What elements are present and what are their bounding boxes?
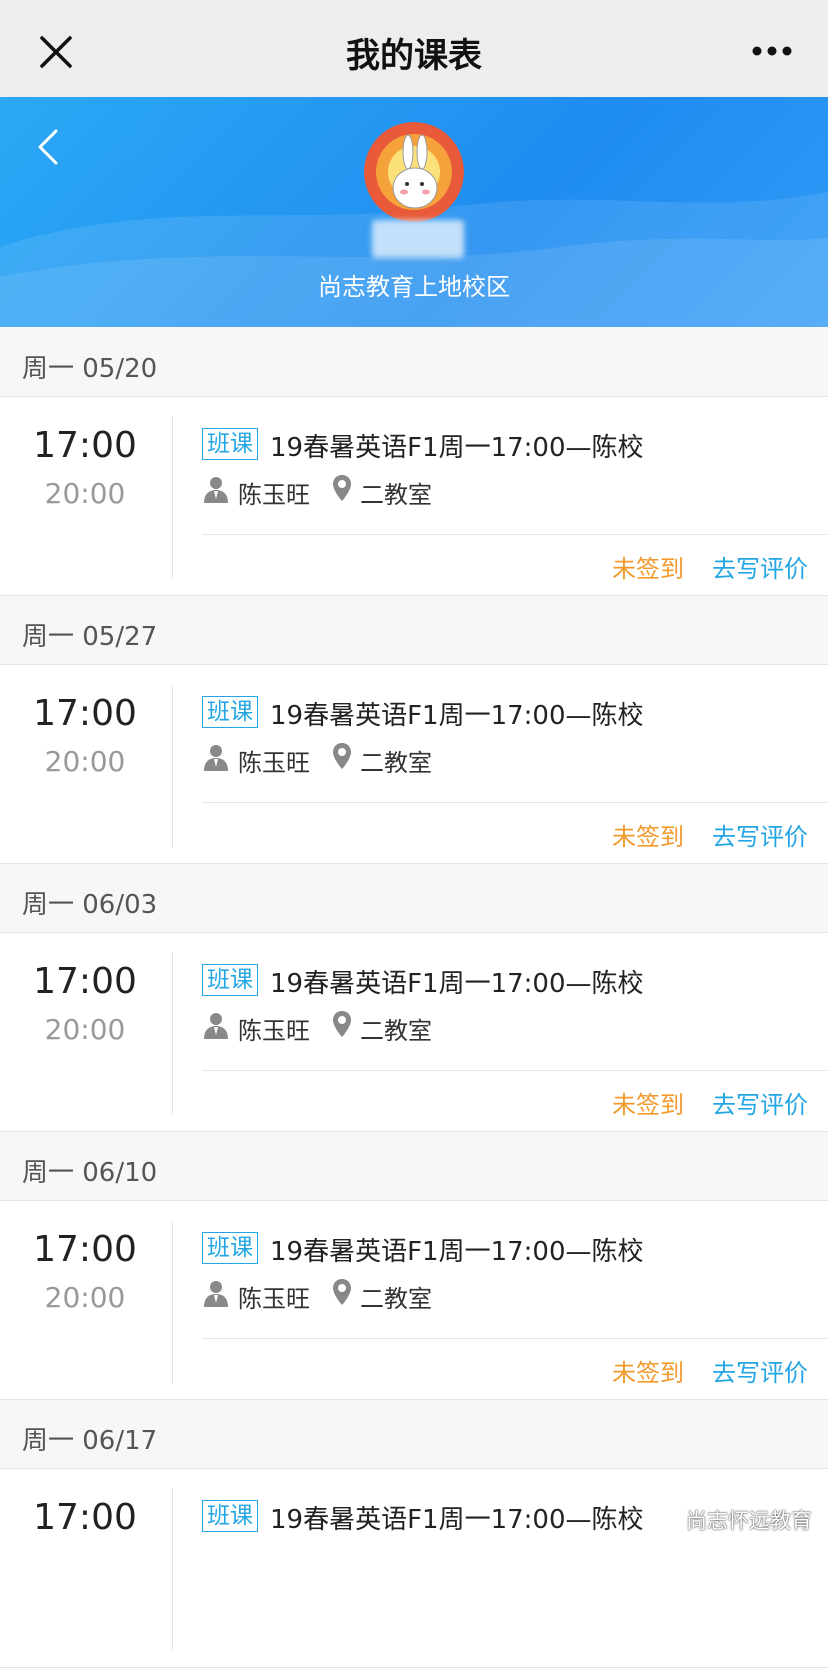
divider: [172, 953, 173, 1115]
watermark: 尚志怀远教育: [648, 1505, 812, 1535]
lesson-card[interactable]: 17:00 20:00 班课 19春暑英语F1周一17:00—陈校陈玉旺 二教室未签到去…: [0, 397, 828, 596]
end-time: 20:00: [44, 477, 126, 510]
lesson-card[interactable]: 17:00 20:00 班课 19春暑英语F1周一17:00—陈校陈玉旺 二教室未签到去…: [0, 665, 828, 864]
more-icon[interactable]: [752, 44, 792, 58]
write-review-link[interactable]: 去写评价: [712, 1353, 808, 1388]
write-review-link[interactable]: 去写评价: [712, 817, 808, 852]
divider: [172, 1221, 173, 1383]
campus-header: 尚志教育上地校区: [0, 97, 828, 327]
sign-in-status: 未签到: [612, 823, 684, 851]
end-time: 20:00: [44, 1013, 126, 1046]
day-header: 周一 05/20: [0, 328, 828, 397]
course-name: 19春暑英语F1周一17:00—陈校: [270, 433, 644, 463]
wechat-icon: [649, 1509, 677, 1531]
location-pin-icon: [332, 474, 352, 502]
day-label: 周一 05/27: [22, 622, 158, 652]
course-name: 19春暑英语F1周一17:00—陈校: [270, 1237, 644, 1267]
end-time: 20:00: [44, 745, 126, 778]
divider: [202, 1338, 828, 1339]
course-type-badge: 班课: [202, 964, 258, 996]
person-icon: [202, 1279, 230, 1307]
start-time: 17:00: [33, 961, 137, 1002]
lesson-card[interactable]: 17:00 20:00 班课 19春暑英语F1周一17:00—陈校陈玉旺 二教室未签到去…: [0, 1201, 828, 1400]
lesson-card[interactable]: 17:00 班课 19春暑英语F1周一17:00—陈校: [0, 1469, 828, 1668]
teacher-name: 陈玉旺: [238, 749, 310, 777]
day-header: 周一 06/03: [0, 864, 828, 933]
course-name: 19春暑英语F1周一17:00—陈校: [270, 969, 644, 999]
teacher-name: 陈玉旺: [238, 481, 310, 509]
watermark-text: 尚志怀远教育: [686, 1509, 812, 1533]
chevron-left-icon[interactable]: [34, 127, 64, 167]
start-time: 17:00: [33, 1229, 137, 1270]
day-header: 周一 05/27: [0, 596, 828, 665]
day-label: 周一 06/17: [22, 1426, 158, 1456]
divider: [172, 685, 173, 847]
divider: [172, 1489, 173, 1651]
course-name: 19春暑英语F1周一17:00—陈校: [270, 1505, 644, 1535]
person-icon: [202, 475, 230, 503]
start-time: 17:00: [33, 1497, 137, 1538]
sign-in-status: 未签到: [612, 1091, 684, 1119]
course-type-badge: 班课: [202, 1232, 258, 1264]
teacher-name: 陈玉旺: [238, 1285, 310, 1313]
classroom: 二教室: [360, 481, 432, 509]
classroom: 二教室: [360, 749, 432, 777]
classroom: 二教室: [360, 1285, 432, 1313]
person-icon: [202, 1011, 230, 1039]
location-pin-icon: [332, 1010, 352, 1038]
day-header: 周一 06/10: [0, 1132, 828, 1201]
rabbit-avatar[interactable]: [364, 122, 464, 222]
course-name: 19春暑英语F1周一17:00—陈校: [270, 701, 644, 731]
write-review-link[interactable]: 去写评价: [712, 1085, 808, 1120]
divider: [202, 1070, 828, 1071]
day-header: 周一 06/17: [0, 1400, 828, 1469]
day-label: 周一 06/03: [22, 890, 158, 920]
teacher-name: 陈玉旺: [238, 1017, 310, 1045]
course-type-badge: 班课: [202, 428, 258, 460]
page-title: 我的课表: [346, 36, 482, 76]
day-label: 周一 05/20: [22, 354, 158, 384]
course-type-badge: 班课: [202, 696, 258, 728]
divider: [202, 534, 828, 535]
divider: [172, 417, 173, 579]
campus-name: 尚志教育上地校区: [318, 273, 510, 301]
divider: [202, 802, 828, 803]
day-label: 周一 06/10: [22, 1158, 158, 1188]
blurred-username: [372, 220, 464, 258]
end-time: 20:00: [44, 1281, 126, 1314]
person-icon: [202, 743, 230, 771]
top-navigation-bar: 我的课表: [0, 0, 828, 98]
start-time: 17:00: [33, 693, 137, 734]
location-pin-icon: [332, 742, 352, 770]
start-time: 17:00: [33, 425, 137, 466]
lesson-card[interactable]: 17:00 20:00 班课 19春暑英语F1周一17:00—陈校陈玉旺 二教室未签到去…: [0, 933, 828, 1132]
location-pin-icon: [332, 1278, 352, 1306]
sign-in-status: 未签到: [612, 555, 684, 583]
write-review-link[interactable]: 去写评价: [712, 549, 808, 584]
sign-in-status: 未签到: [612, 1359, 684, 1387]
course-type-badge: 班课: [202, 1500, 258, 1532]
classroom: 二教室: [360, 1017, 432, 1045]
